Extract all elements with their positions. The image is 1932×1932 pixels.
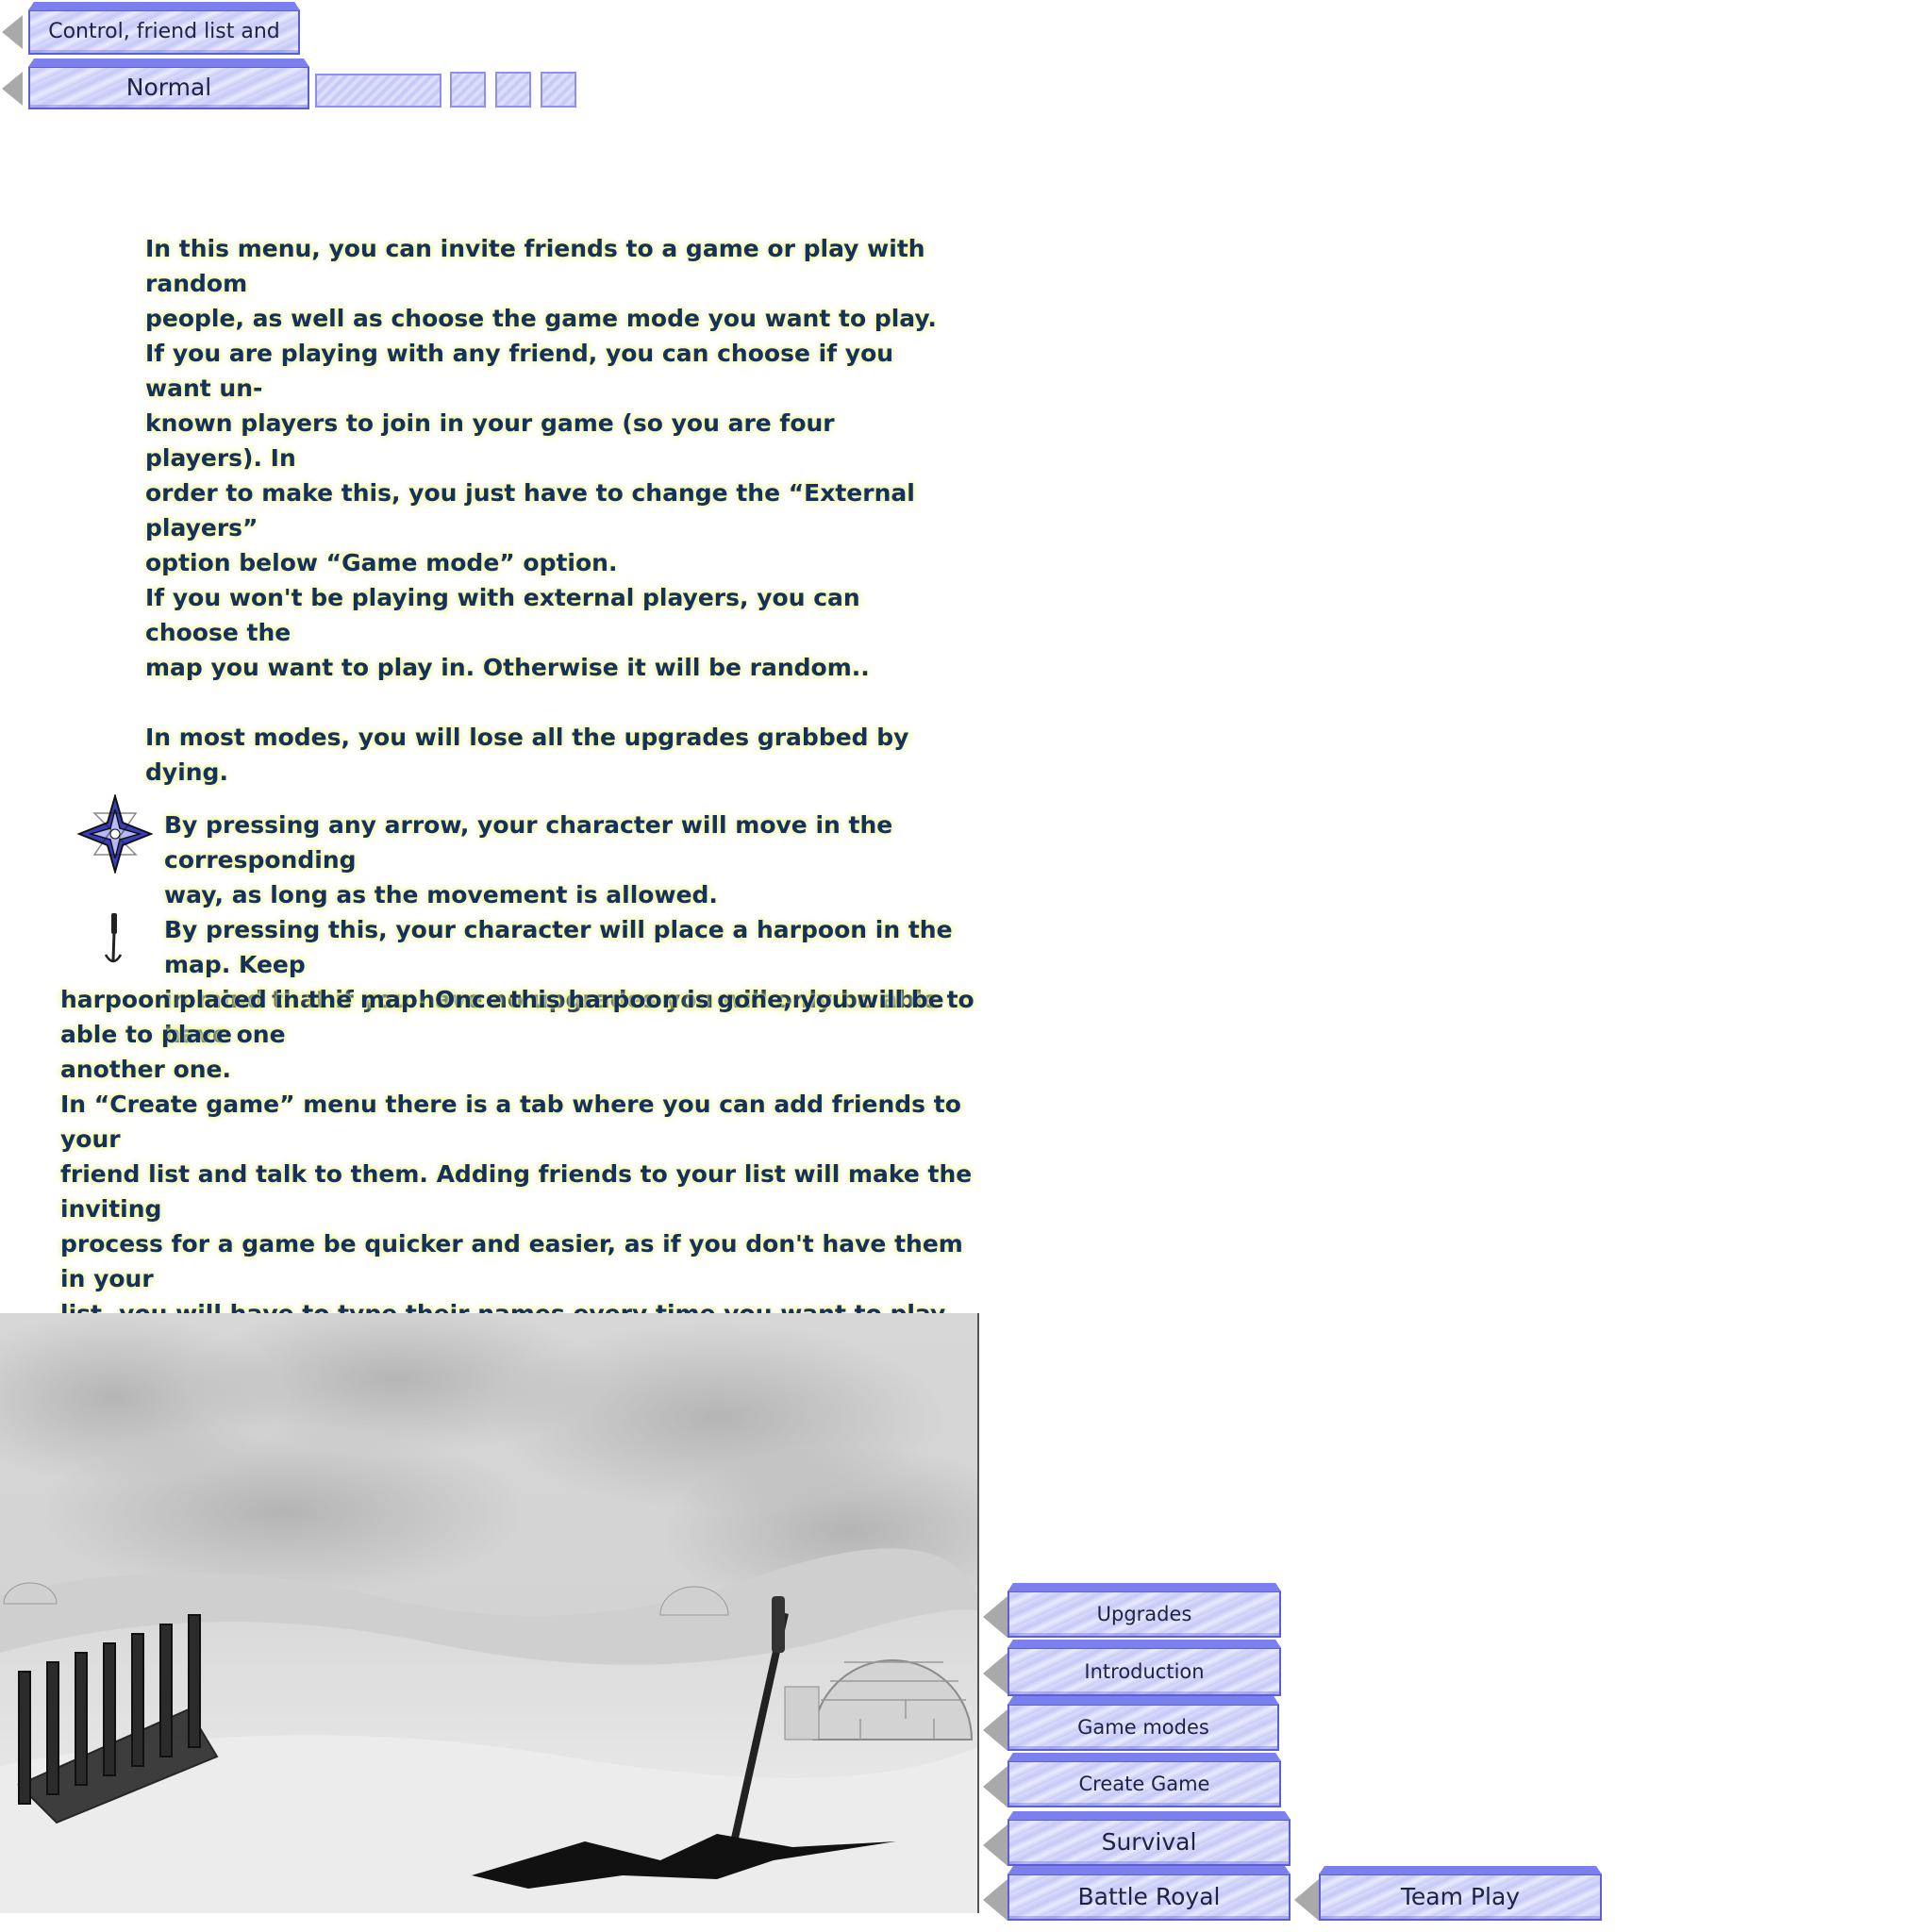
mode-slot-2[interactable]: [495, 72, 531, 108]
battle-royal-label: Battle Royal: [1077, 1883, 1221, 1910]
introduction-button[interactable]: Introduction: [1008, 1640, 1281, 1696]
mode-slot-wide[interactable]: [315, 74, 441, 108]
harpoon-icon: [102, 911, 125, 968]
team-play-button[interactable]: Team Play: [1319, 1866, 1602, 1921]
game-modes-label: Game modes: [1077, 1716, 1209, 1739]
survival-arrow-icon[interactable]: [983, 1824, 1008, 1866]
survival-label: Survival: [1101, 1828, 1197, 1856]
introduction-label: Introduction: [1084, 1660, 1205, 1683]
team-play-label: Team Play: [1400, 1883, 1521, 1910]
button-cap: [1008, 1696, 1279, 1705]
mode-arrow-icon[interactable]: [2, 72, 23, 106]
battle-royal-button[interactable]: Battle Royal: [1008, 1866, 1291, 1921]
arrows-text: By pressing any arrow, your character wi…: [164, 811, 893, 908]
create-game-label: Create Game: [1078, 1773, 1210, 1795]
back-arrow-icon[interactable]: [2, 15, 23, 49]
upgrades-label: Upgrades: [1096, 1603, 1192, 1625]
game-modes-button[interactable]: Game modes: [1008, 1696, 1279, 1751]
game-modes-arrow-icon[interactable]: [983, 1709, 1008, 1751]
button-cap: [1008, 1811, 1291, 1820]
button-cap: [1008, 1640, 1281, 1648]
button-cap: [1319, 1866, 1602, 1874]
button-cap: [1008, 1753, 1281, 1761]
button-cap: [28, 2, 300, 10]
create-game-button[interactable]: Create Game: [1008, 1753, 1281, 1807]
battle-royal-arrow-icon[interactable]: [983, 1879, 1008, 1921]
mode-slot-3[interactable]: [541, 72, 576, 108]
harpoon-text-2: harpoon placed in the map. Once this har…: [60, 986, 944, 1083]
upgrades-arrow-icon[interactable]: [983, 1596, 1008, 1638]
compass-arrows-icon: [75, 792, 155, 875]
intro-text: In this menu, you can invite friends to …: [145, 235, 937, 786]
scene-border: [977, 1313, 979, 1913]
mode-label: Normal: [125, 74, 212, 101]
button-cap: [1008, 1866, 1291, 1874]
section-title-button[interactable]: Control, friend list and chat: [28, 2, 300, 85]
snow-scene-image: [0, 1313, 977, 1913]
team-play-arrow-icon[interactable]: [1294, 1879, 1319, 1921]
upgrades-button[interactable]: Upgrades: [1008, 1583, 1281, 1638]
introduction-arrow-icon[interactable]: [983, 1653, 1008, 1694]
button-cap: [28, 58, 309, 67]
mode-button[interactable]: Normal: [28, 58, 309, 109]
button-cap: [1008, 1583, 1281, 1591]
mode-slot-1[interactable]: [450, 72, 486, 108]
create-game-arrow-icon[interactable]: [983, 1766, 1008, 1807]
survival-button[interactable]: Survival: [1008, 1811, 1291, 1866]
